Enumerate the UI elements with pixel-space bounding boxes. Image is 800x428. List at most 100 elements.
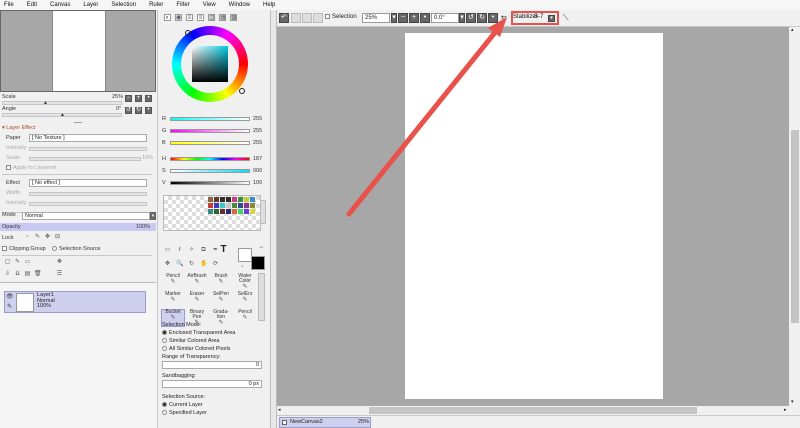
menu-ruler[interactable]: Ruler bbox=[149, 2, 163, 8]
swap-colors-icon[interactable]: ↔ bbox=[258, 244, 265, 251]
red-slider[interactable] bbox=[170, 117, 250, 121]
transfer-down-icon[interactable]: ⇩ bbox=[4, 271, 11, 278]
color-swatch[interactable] bbox=[238, 209, 243, 214]
zoom-field[interactable]: 25% bbox=[362, 13, 390, 23]
opacity-bar[interactable] bbox=[0, 223, 156, 231]
zoom-reset-button[interactable]: • bbox=[145, 95, 152, 102]
tool-button[interactable]: AirBrush ✎ bbox=[185, 273, 209, 291]
scale-slider-thumb[interactable]: ▲ bbox=[43, 100, 48, 106]
menu-layer[interactable]: Layer bbox=[83, 2, 98, 8]
canvas-tab[interactable]: NewCanvas2 25% bbox=[279, 417, 371, 428]
layer-effect-header[interactable]: ▾ Layer Effect bbox=[2, 125, 36, 131]
color-swatch[interactable] bbox=[220, 203, 225, 208]
menu-selection[interactable]: Selection bbox=[111, 2, 136, 8]
primary-color-swatch[interactable] bbox=[238, 248, 252, 262]
secondary-color-swatch[interactable] bbox=[251, 256, 265, 270]
menu-window[interactable]: Window bbox=[229, 2, 250, 8]
tool-button[interactable]: SelErs ✎ bbox=[233, 291, 257, 309]
color-swatch[interactable] bbox=[250, 203, 255, 208]
scroll-up-icon[interactable]: ▴ bbox=[791, 27, 794, 33]
color-ring-mode-icon[interactable]: ◉ bbox=[175, 14, 182, 21]
color-swatch[interactable] bbox=[250, 197, 255, 202]
menu-view[interactable]: View bbox=[203, 2, 216, 8]
horizontal-scroll-thumb[interactable] bbox=[369, 407, 697, 414]
scroll-down-icon[interactable]: ▾ bbox=[791, 399, 794, 405]
color-swatch[interactable] bbox=[208, 209, 213, 214]
menu-help[interactable]: Help bbox=[263, 2, 275, 8]
color-swatch[interactable] bbox=[220, 197, 225, 202]
merge-down-icon[interactable]: ⇊ bbox=[14, 271, 21, 278]
canvas-paper[interactable] bbox=[405, 33, 663, 399]
blue-slider[interactable] bbox=[170, 141, 250, 145]
magic-wand-icon[interactable]: ✧ bbox=[188, 247, 195, 254]
flip-horizontal-icon[interactable]: ⇆ bbox=[501, 14, 507, 22]
menu-filter[interactable]: Filter bbox=[176, 2, 189, 8]
color-swatch[interactable] bbox=[232, 209, 237, 214]
new-folder-icon[interactable]: ▭ bbox=[24, 259, 31, 266]
color-swatch[interactable] bbox=[226, 197, 231, 202]
tool-button[interactable]: Eraser ✎ bbox=[185, 291, 209, 309]
rotate-cw-icon[interactable]: ↻ bbox=[477, 13, 487, 23]
show-selection-option[interactable]: Selection bbox=[325, 14, 357, 20]
green-slider[interactable] bbox=[170, 129, 250, 133]
mode-similar-radio[interactable] bbox=[162, 338, 167, 344]
color-swatch[interactable] bbox=[244, 203, 249, 208]
selection-checkbox[interactable] bbox=[325, 14, 330, 19]
mode-enclosed-radio[interactable] bbox=[162, 330, 167, 336]
effect-intensity-slider[interactable] bbox=[29, 202, 147, 206]
scroll-right-icon[interactable]: ▸ bbox=[784, 407, 787, 413]
mode-all-similar-option[interactable]: All Similar Colored Pixels bbox=[162, 345, 266, 353]
sv-picker[interactable] bbox=[239, 88, 245, 94]
color-swatch[interactable] bbox=[208, 197, 213, 202]
color-swatch[interactable] bbox=[214, 209, 219, 214]
deselect-button[interactable] bbox=[302, 13, 312, 23]
new-layer-icon[interactable]: ▢ bbox=[4, 259, 11, 266]
color-wheel[interactable] bbox=[172, 26, 248, 102]
apply-linework-checkbox[interactable] bbox=[6, 165, 11, 171]
effect-select[interactable]: [ No effect ] bbox=[29, 179, 147, 187]
invert-selection-button[interactable] bbox=[313, 13, 323, 23]
layer-row[interactable]: 👁 ✎ Layer1 Normal 100% bbox=[4, 291, 146, 313]
saturation-value-square[interactable] bbox=[192, 46, 228, 82]
layer-menu-icon[interactable]: ☰ bbox=[56, 271, 63, 278]
angle-slider-thumb[interactable]: ▲ bbox=[60, 112, 65, 118]
eye-icon[interactable]: 👁 bbox=[6, 294, 14, 301]
vertical-scroll-thumb[interactable] bbox=[791, 130, 799, 323]
rotate-reset-button[interactable]: • bbox=[145, 107, 152, 114]
lock-transparency-icon[interactable]: ▫ bbox=[24, 234, 31, 241]
stabilizer-value[interactable]: S-7 bbox=[534, 14, 543, 20]
color-wheel-mode-icon[interactable]: ◐ bbox=[164, 14, 171, 21]
stabilizer-dropdown-icon[interactable]: ▾ bbox=[548, 15, 555, 22]
texture-scale-slider[interactable] bbox=[29, 157, 141, 161]
zoom-reset-icon[interactable]: • bbox=[420, 13, 430, 23]
rotate-reset-icon[interactable]: • bbox=[488, 13, 498, 23]
color-swatch[interactable] bbox=[250, 209, 255, 214]
saturation-slider[interactable] bbox=[170, 169, 250, 173]
vertical-scrollbar[interactable]: ▴ ▾ bbox=[790, 27, 800, 406]
zoom-in-button[interactable]: + bbox=[135, 95, 142, 102]
new-linework-layer-icon[interactable]: ✎ bbox=[14, 259, 21, 266]
source-specified-option[interactable]: Specified Layer bbox=[162, 409, 266, 417]
zoom-out-button[interactable]: − bbox=[125, 95, 132, 102]
color-swatch[interactable] bbox=[226, 209, 231, 214]
range-transparency-field[interactable]: 0 bbox=[162, 361, 262, 369]
rotate-right-button[interactable]: ↻ bbox=[135, 107, 142, 114]
lasso-icon[interactable]: ℓ bbox=[176, 247, 183, 254]
rotation-dropdown-icon[interactable]: ▾ bbox=[459, 13, 465, 23]
swatch-mode-icon[interactable]: ▩ bbox=[230, 14, 237, 21]
lock-move-icon[interactable]: ✥ bbox=[44, 234, 51, 241]
menu-file[interactable]: File bbox=[4, 2, 14, 8]
lock-paint-icon[interactable]: ✎ bbox=[34, 234, 41, 241]
tool-button[interactable]: SelPen ✎ bbox=[209, 291, 233, 309]
move-icon[interactable]: ✥ bbox=[164, 261, 171, 268]
rgb-slider-mode-icon[interactable]: ≡ bbox=[186, 14, 193, 21]
color-swatch[interactable] bbox=[220, 209, 225, 214]
chevron-down-icon[interactable]: ▾ bbox=[150, 212, 156, 220]
hue-slider[interactable] bbox=[170, 157, 250, 161]
selection-source-radio[interactable] bbox=[52, 246, 57, 252]
hue-picker[interactable] bbox=[185, 30, 191, 36]
color-swatch[interactable] bbox=[226, 203, 231, 208]
navigator-preview[interactable] bbox=[0, 10, 156, 92]
mode-similar-option[interactable]: Similar Colored Area bbox=[162, 337, 266, 345]
tool-button[interactable]: Brush ✎ bbox=[209, 273, 233, 291]
